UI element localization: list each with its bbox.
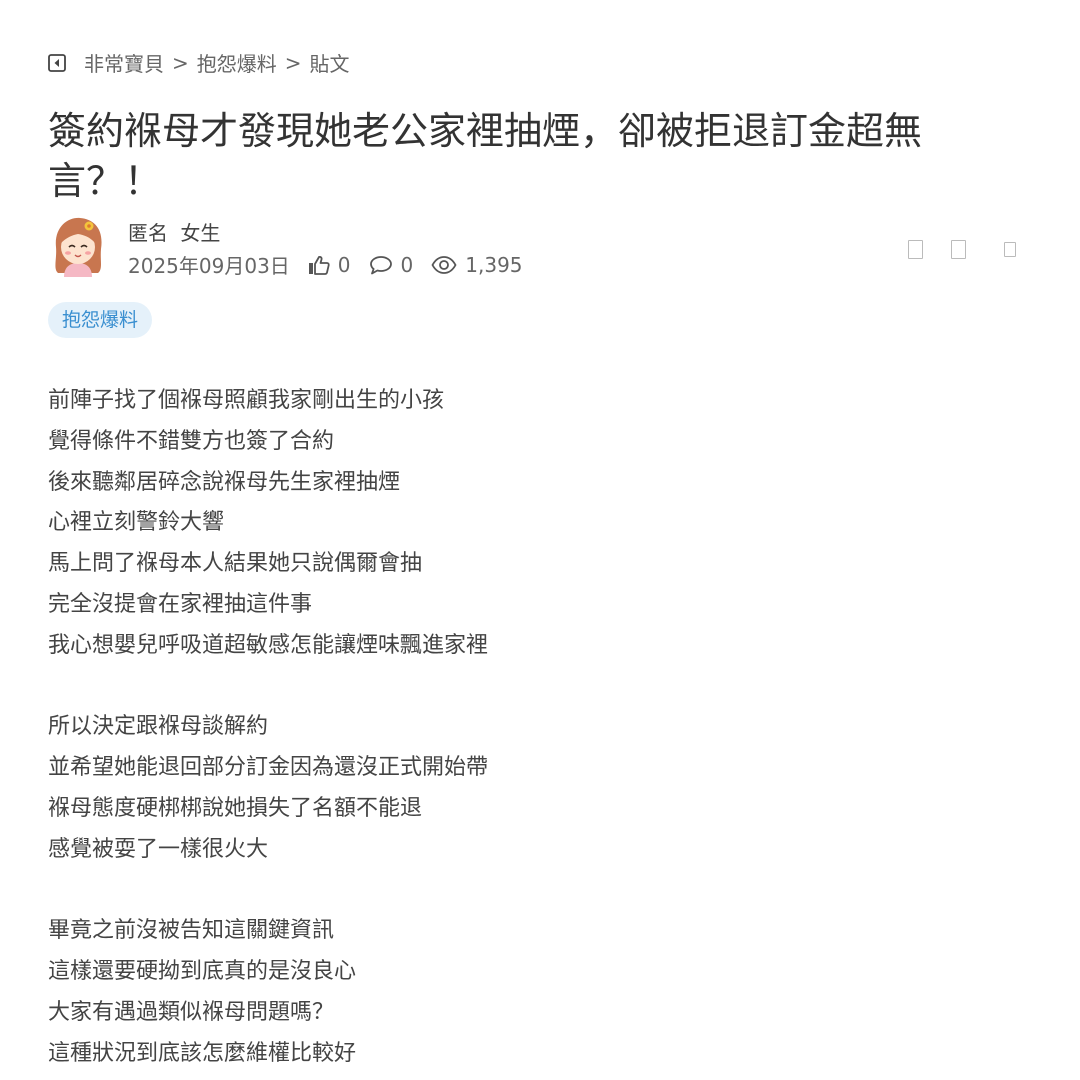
post-page: 非常寶貝 > 抱怨爆料 > 貼文 簽約褓母才發現她老公家裡抽煙，卻被拒退訂金超無… bbox=[0, 0, 1080, 1080]
comment-count-value: 0 bbox=[400, 252, 414, 277]
breadcrumb: 非常寶貝 > 抱怨爆料 > 貼文 bbox=[48, 48, 350, 77]
back-icon[interactable] bbox=[48, 53, 66, 72]
post-title: 簽約褓母才發現她老公家裡抽煙，卻被拒退訂金超無言？！ bbox=[48, 109, 923, 203]
paragraph: 畢竟之前沒被告知這關鍵資訊 這樣還要硬拗到底真的是沒良心 大家有遇過類似褓母問題… bbox=[48, 911, 1028, 1074]
text-line: 前陣子找了個褓母照顧我家剛出生的小孩 bbox=[48, 388, 445, 413]
thumbs-up-icon bbox=[308, 255, 330, 275]
author-info: 匿名 女生 bbox=[128, 217, 220, 246]
text-line: 大家有遇過類似褓母問題嗎？ bbox=[48, 999, 335, 1025]
more-icon[interactable] bbox=[1004, 242, 1016, 257]
view-count: 1,395 bbox=[431, 252, 523, 277]
text-line: 這種狀況到底該怎麼維權比較好 bbox=[48, 1040, 357, 1066]
avatar[interactable] bbox=[48, 213, 108, 277]
post-actions bbox=[908, 240, 1016, 259]
text-line: 褓母態度硬梆梆說她損失了名額不能退 bbox=[48, 795, 423, 821]
comment-count[interactable]: 0 bbox=[369, 252, 414, 277]
post-date: 2025年09月03日 bbox=[128, 254, 290, 278]
text-line: 馬上問了褓母本人結果她只說偶爾會抽 bbox=[48, 551, 423, 577]
author-gender: 女生 bbox=[180, 221, 221, 245]
breadcrumb-item-current: 貼文 bbox=[309, 52, 350, 76]
text-line: 所以決定跟褓母談解約 bbox=[48, 714, 269, 740]
breadcrumb-item-category[interactable]: 抱怨爆料 bbox=[197, 48, 277, 77]
text-line: 畢竟之前沒被告知這關鍵資訊 bbox=[48, 918, 335, 944]
text-line: 完全沒提會在家裡抽這件事 bbox=[48, 591, 313, 617]
breadcrumb-item-home[interactable]: 非常寶貝 bbox=[84, 48, 164, 77]
breadcrumb-separator: > bbox=[284, 50, 302, 75]
paragraph: 所以決定跟褓母談解約 並希望她能退回部分訂金因為還沒正式開始帶 褓母態度硬梆梆說… bbox=[48, 707, 1028, 870]
author-name[interactable]: 匿名 bbox=[128, 221, 168, 245]
bookmark-icon[interactable] bbox=[951, 240, 966, 259]
text-line: 我心想嬰兒呼吸道超敏感怎能讓煙味飄進家裡 bbox=[48, 632, 489, 658]
comment-icon bbox=[369, 255, 392, 274]
view-count-value: 1,395 bbox=[465, 252, 523, 277]
like-count-value: 0 bbox=[337, 252, 351, 277]
text-line: 心裡立刻警鈴大響 bbox=[48, 510, 225, 536]
text-line: 感覺被耍了一樣很火大 bbox=[48, 836, 269, 862]
category-tag[interactable]: 抱怨爆料 bbox=[48, 302, 153, 338]
like-count[interactable]: 0 bbox=[308, 253, 351, 277]
post-content: 前陣子找了個褓母照顧我家剛出生的小孩 覺得條件不錯雙方也簽了合約 後來聽鄰居碎念… bbox=[48, 381, 1028, 1080]
text-line: 並希望她能退回部分訂金因為還沒正式開始帶 bbox=[48, 755, 489, 781]
eye-icon bbox=[431, 255, 457, 274]
text-line: 後來聽鄰居碎念說褓母先生家裡抽煙 bbox=[48, 469, 401, 495]
text-line: 覺得條件不錯雙方也簽了合約 bbox=[48, 428, 335, 454]
breadcrumb-separator: > bbox=[172, 50, 189, 75]
post-meta: 2025年09月03日 0 0 1,395 bbox=[128, 250, 523, 279]
text-line: 這樣還要硬拗到底真的是沒良心 bbox=[48, 959, 357, 985]
share-icon[interactable] bbox=[908, 240, 923, 259]
paragraph: 前陣子找了個褓母照顧我家剛出生的小孩 覺得條件不錯雙方也簽了合約 後來聽鄰居碎念… bbox=[48, 381, 1028, 667]
